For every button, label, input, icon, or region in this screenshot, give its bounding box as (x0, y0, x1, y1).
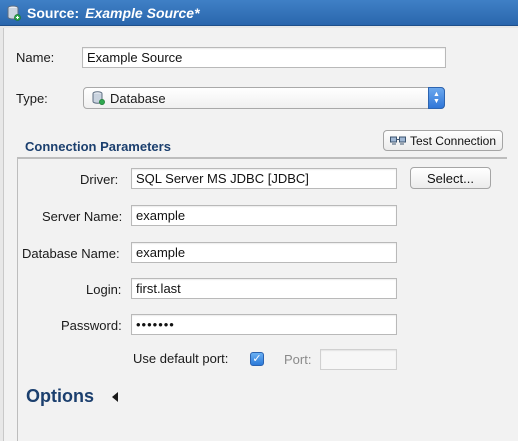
type-dropdown[interactable]: Database ▲ ▼ (83, 87, 445, 109)
title-bar: Source: Example Source* (0, 0, 518, 26)
window-title-prefix: Source: (27, 4, 80, 21)
password-field[interactable]: ••••••• (131, 314, 397, 335)
name-field[interactable]: Example Source (82, 47, 446, 68)
server-name-field[interactable]: example (131, 205, 397, 226)
database-name-field[interactable]: example (131, 242, 397, 263)
collapse-arrow-icon[interactable] (112, 392, 118, 402)
window-title-name: Example Source* (85, 4, 200, 21)
server-name-label: Server Name: (42, 209, 123, 224)
port-label: Port: (284, 352, 312, 367)
port-field[interactable] (320, 349, 397, 370)
test-connection-button[interactable]: Test Connection (383, 130, 503, 151)
type-label: Type: (16, 91, 48, 106)
test-connection-label: Test Connection (409, 133, 497, 148)
default-port-checkbox[interactable]: ✓ (250, 352, 264, 366)
select-driver-button[interactable]: Select... (410, 167, 491, 189)
database-name-label: Database Name: (22, 246, 120, 261)
options-heading[interactable]: Options (26, 386, 94, 407)
checkmark-icon: ✓ (252, 352, 262, 365)
driver-label: Driver: (80, 172, 119, 187)
name-label: Name: (16, 50, 55, 65)
database-icon (92, 91, 105, 105)
dropdown-arrows-icon: ▲ ▼ (428, 87, 445, 109)
password-label: Password: (61, 318, 122, 333)
login-field[interactable]: first.last (131, 278, 397, 299)
source-editor-panel: Name: Example Source Type: Database ▲ ▼ C… (3, 28, 518, 441)
default-port-label: Use default port: (133, 351, 229, 366)
type-dropdown-value: Database (110, 90, 166, 106)
test-connection-icon (389, 135, 406, 147)
database-source-icon (7, 5, 21, 21)
driver-field[interactable]: SQL Server MS JDBC [JDBC] (131, 168, 397, 189)
login-label: Login: (86, 282, 122, 297)
connection-parameters-heading: Connection Parameters (25, 139, 171, 154)
